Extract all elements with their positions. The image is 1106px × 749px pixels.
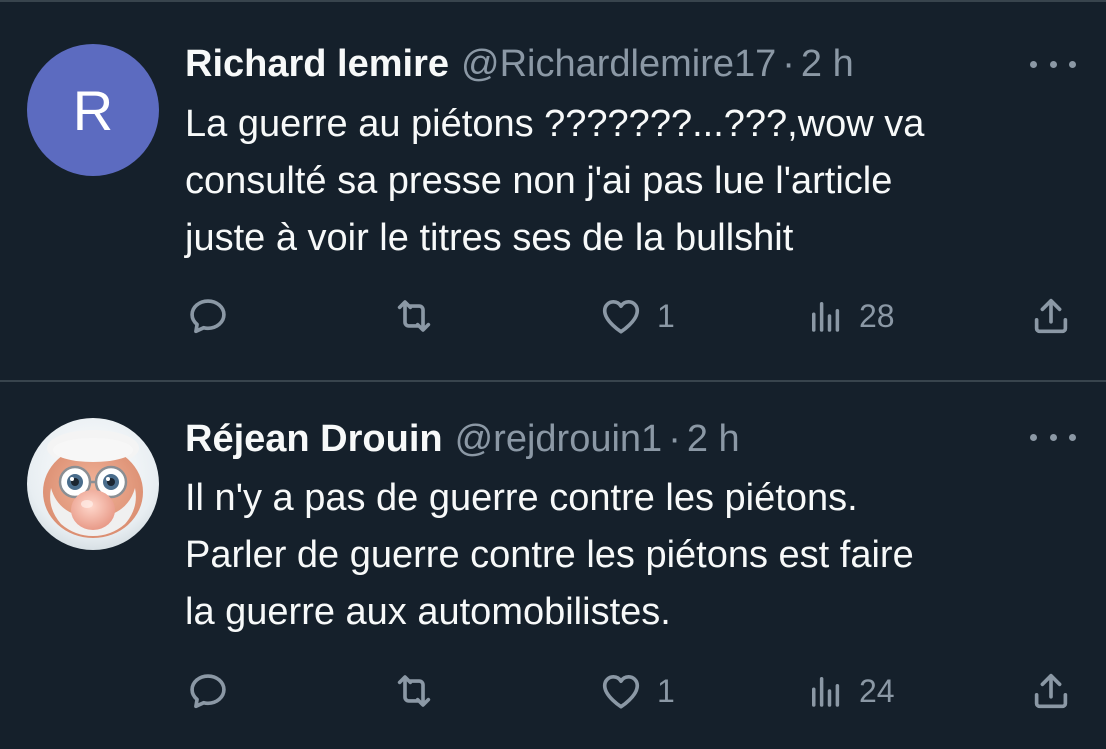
separator-dot: · — [668, 417, 681, 460]
views-icon — [812, 677, 840, 707]
like-count: 1 — [657, 672, 675, 709]
tweet[interactable]: Réjean Drouin @rejdrouin1 · 2 h Il n'y a… — [0, 382, 1106, 749]
avatar-letter: R — [72, 78, 114, 142]
retweet-icon — [397, 300, 431, 332]
views-button[interactable]: 24 — [805, 666, 895, 716]
view-count: 24 — [859, 672, 895, 709]
tweet-text-line: juste à voir le titres ses de la bullshi… — [185, 217, 794, 259]
tweet-text-line: Parler de guerre contre les piétons est … — [185, 534, 914, 576]
reply-icon — [190, 299, 226, 334]
action-bar: 1 24 — [185, 666, 1080, 716]
avatar-photo — [27, 418, 159, 550]
heart-icon — [602, 299, 640, 334]
author-name[interactable]: Réjean Drouin — [185, 418, 443, 461]
reply-icon — [190, 674, 226, 709]
author-handle[interactable]: @rejdrouin1 — [455, 418, 663, 461]
like-button[interactable]: 1 — [597, 666, 675, 716]
share-button[interactable] — [1027, 666, 1075, 716]
reply-button[interactable] — [185, 291, 243, 341]
more-icon[interactable] — [1030, 54, 1076, 74]
author-name[interactable]: Richard lemire — [185, 43, 449, 86]
share-button[interactable] — [1027, 291, 1075, 341]
tweet-text-line: la guerre aux automobilistes. — [185, 591, 671, 633]
separator-dot: · — [782, 42, 795, 85]
tweet-text-line: consulté sa presse non j'ai pas lue l'ar… — [185, 160, 893, 202]
heart-icon — [602, 674, 640, 709]
share-icon — [1034, 298, 1068, 334]
retweet-button[interactable] — [390, 291, 450, 341]
author-handle[interactable]: @Richardlemire17 — [461, 43, 776, 86]
tweet-text: La guerre au piétons ???????...???,wow v… — [185, 96, 1065, 267]
views-icon — [812, 302, 840, 332]
reply-button[interactable] — [185, 666, 243, 716]
tweet-text: Il n'y a pas de guerre contre les piéton… — [185, 470, 1065, 641]
share-icon — [1034, 673, 1068, 709]
like-count: 1 — [657, 297, 675, 334]
avatar[interactable]: R — [27, 44, 159, 176]
tweet[interactable]: R Richard lemire @Richardlemire17 · 2 h … — [0, 2, 1106, 380]
retweet-icon — [397, 675, 431, 707]
tweet-text-line: La guerre au piétons ???????...???,wow v… — [185, 103, 925, 145]
like-button[interactable]: 1 — [597, 291, 675, 341]
views-button[interactable]: 28 — [805, 291, 895, 341]
tweet-header: Réjean Drouin @rejdrouin1 · 2 h — [185, 414, 740, 464]
view-count: 28 — [859, 297, 895, 334]
tweet-text-line: Il n'y a pas de guerre contre les piéton… — [185, 477, 858, 519]
tweet-header: Richard lemire @Richardlemire17 · 2 h — [185, 39, 854, 89]
retweet-button[interactable] — [390, 666, 450, 716]
timestamp[interactable]: 2 h — [801, 43, 854, 86]
more-icon[interactable] — [1030, 427, 1076, 447]
avatar[interactable] — [27, 418, 159, 550]
action-bar: 1 28 — [185, 291, 1080, 341]
timestamp[interactable]: 2 h — [687, 418, 740, 461]
